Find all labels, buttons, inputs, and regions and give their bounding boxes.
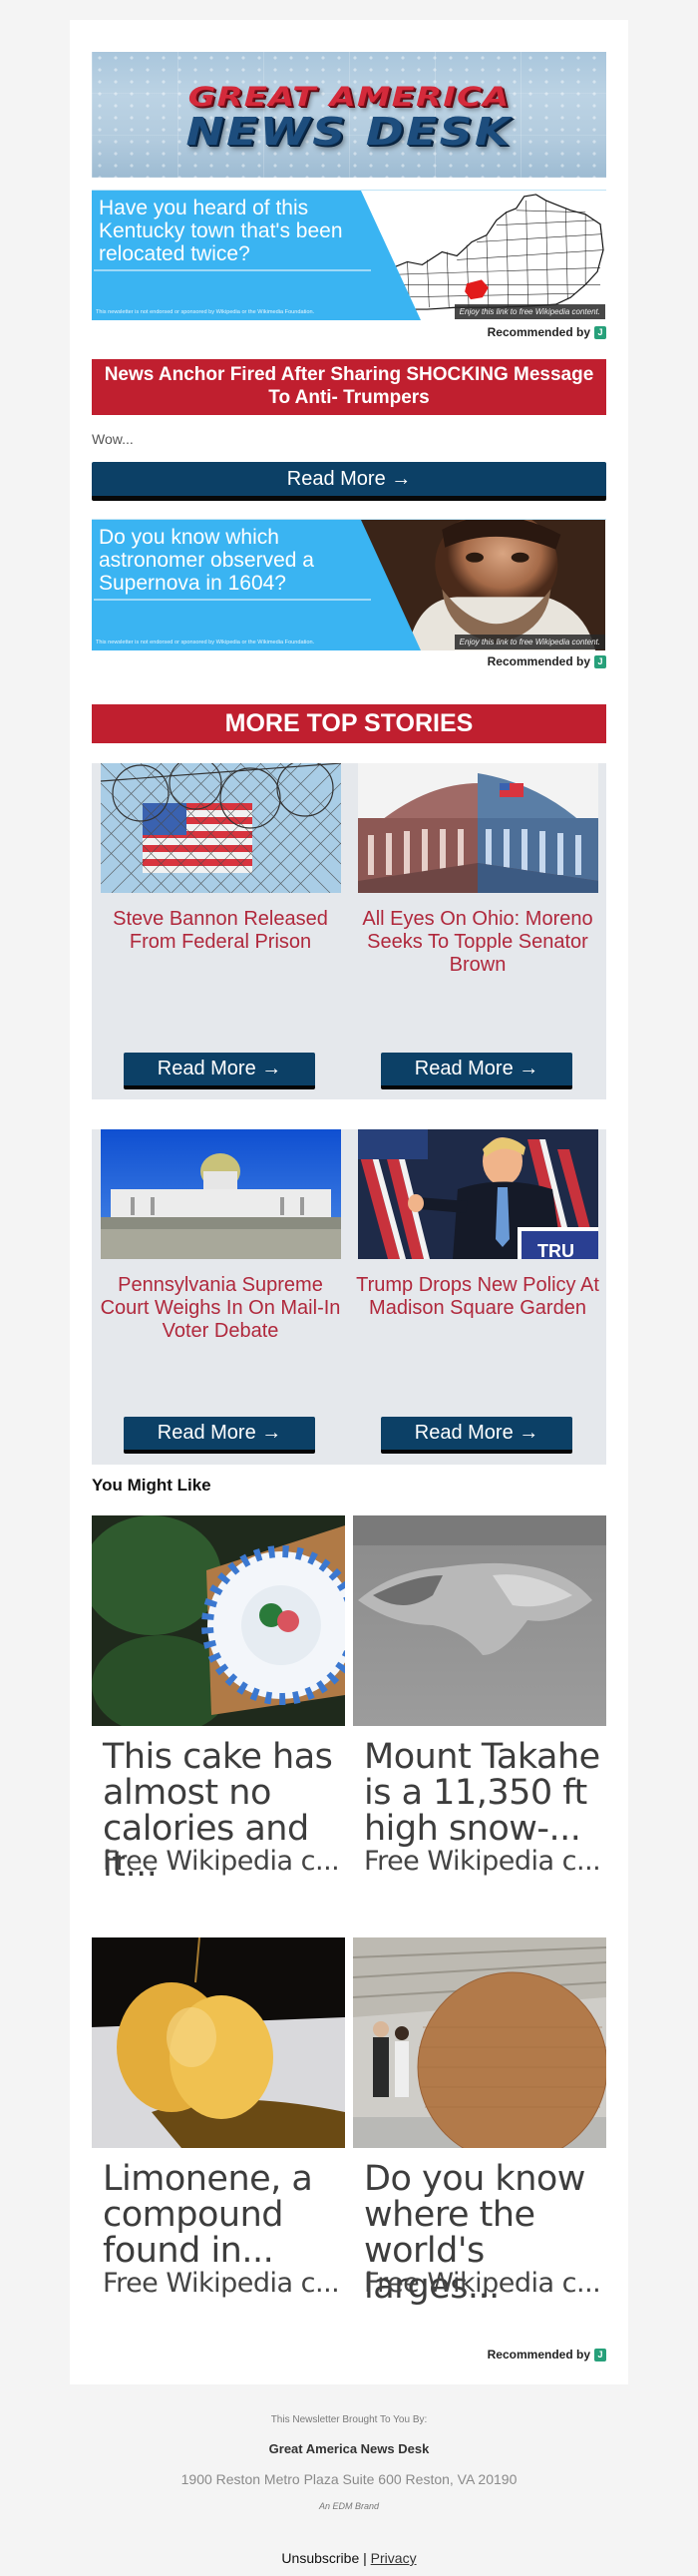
ad-divider: [94, 599, 371, 601]
story-card[interactable]: Steve Bannon Released From Federal Priso…: [92, 763, 349, 1099]
tile-image-twine-ball: [353, 1937, 606, 2148]
story-image-capitol-dome: [358, 763, 598, 893]
tile-source: Free Wikipedia c...: [364, 1846, 601, 1877]
story-row-2: Pennsylvania Supreme Court Weighs In On …: [92, 1129, 606, 1465]
newsletter-card: GREAT AMERICA NEWS DESK Have you heard o…: [70, 20, 628, 2384]
story-row-1: Steve Bannon Released From Federal Priso…: [92, 763, 606, 1099]
story-title[interactable]: Steve Bannon Released From Federal Priso…: [98, 908, 343, 954]
wikipedia-ad-astronomer[interactable]: Do you know which astronomer observed a …: [92, 519, 606, 650]
story-title[interactable]: All Eyes On Ohio: Moreno Seeks To Topple…: [355, 908, 600, 977]
story-image-flag-razor-wire: [101, 763, 341, 893]
you-might-like-heading: You Might Like: [92, 1476, 211, 1495]
footer-links: Unsubscribe | Privacy: [0, 2550, 698, 2566]
story-card[interactable]: TRU Trump Drops New Policy At Madison Sq…: [349, 1129, 606, 1465]
masthead-line1: GREAT AMERICA: [187, 82, 511, 113]
unsubscribe-link[interactable]: Unsubscribe: [281, 2550, 359, 2566]
tile-image-plate-dessert: [92, 1515, 345, 1726]
recommender-logo-icon: J: [594, 325, 606, 339]
footer-brought-by: This Newsletter Brought To You By:: [270, 2414, 428, 2425]
footer-address: 1900 Reston Metro Plaza Suite 600 Reston…: [180, 2471, 518, 2487]
footer-brand: Great America News Desk: [268, 2441, 430, 2456]
ad-question: Do you know which astronomer observed a …: [99, 526, 314, 595]
ad-disclaimer: This newsletter is not endorsed or spons…: [96, 309, 315, 315]
story-card[interactable]: All Eyes On Ohio: Moreno Seeks To Topple…: [349, 763, 606, 1099]
wiki-tile[interactable]: Mount Takahe is a 11,350 ft high snow-..…: [353, 1515, 606, 1885]
story-image-pennsylvania-capitol: [101, 1129, 341, 1259]
ad-caption: Enjoy this link to free Wikipedia conten…: [454, 635, 605, 649]
link-separator: |: [363, 2550, 367, 2566]
recommended-by-label: Recommended by: [487, 654, 590, 668]
story-read-more-button[interactable]: Read More →: [381, 1053, 572, 1089]
lead-headline[interactable]: News Anchor Fired After Sharing SHOCKING…: [92, 359, 606, 415]
tile-image-yellow-balloon: [92, 1937, 345, 2148]
tile-title: Mount Takahe is a 11,350 ft high snow-..…: [364, 1737, 600, 1849]
recommended-by-label: Recommended by: [487, 2348, 590, 2361]
story-title[interactable]: Pennsylvania Supreme Court Weighs In On …: [98, 1274, 343, 1343]
story-image-trump-rally: TRU: [358, 1129, 598, 1259]
svg-text:TRU: TRU: [537, 1241, 574, 1259]
masthead-line2: NEWS DESK: [185, 110, 513, 154]
story-read-more-button[interactable]: Read More →: [124, 1053, 315, 1089]
wiki-tile[interactable]: Do you know where the world's larges... …: [353, 1937, 606, 2307]
tile-source: Free Wikipedia c...: [364, 2268, 601, 2299]
recommended-by-label: Recommended by: [487, 325, 590, 339]
ad-divider: [94, 269, 371, 271]
ad-disclaimer: This newsletter is not endorsed or spons…: [96, 640, 315, 645]
wikipedia-ad-kentucky[interactable]: Have you heard of this Kentucky town tha…: [92, 190, 606, 320]
tile-title: Limonene, a compound found in...: [103, 2159, 313, 2271]
tile-source: Free Wikipedia c...: [103, 1846, 340, 1877]
tile-source: Free Wikipedia c...: [103, 2268, 340, 2299]
lead-read-more-button[interactable]: Read More →: [92, 462, 606, 501]
story-read-more-button[interactable]: Read More →: [124, 1417, 315, 1454]
privacy-link[interactable]: Privacy: [371, 2550, 417, 2566]
ad-caption: Enjoy this link to free Wikipedia conten…: [454, 304, 605, 319]
ad-question: Have you heard of this Kentucky town tha…: [99, 197, 343, 265]
wiki-tile[interactable]: This cake has almost no calories and it.…: [92, 1515, 345, 1885]
more-top-stories-heading: MORE TOP STORIES: [92, 704, 606, 743]
recommended-by-3[interactable]: Recommended by J: [488, 2348, 606, 2361]
wiki-tile[interactable]: Limonene, a compound found in... Free Wi…: [92, 1937, 345, 2307]
story-card[interactable]: Pennsylvania Supreme Court Weighs In On …: [92, 1129, 349, 1465]
footer-edm-brand: An EDM Brand: [318, 2501, 380, 2511]
masthead-banner[interactable]: GREAT AMERICA NEWS DESK: [92, 52, 606, 178]
story-read-more-button[interactable]: Read More →: [381, 1417, 572, 1454]
recommender-logo-icon: J: [594, 2348, 606, 2361]
recommended-by-1[interactable]: Recommended by J: [488, 325, 606, 339]
tile-image-mount-takahe: [353, 1515, 606, 1726]
lead-teaser: Wow...: [92, 431, 134, 447]
recommender-logo-icon: J: [594, 654, 606, 668]
story-title[interactable]: Trump Drops New Policy At Madison Square…: [355, 1274, 600, 1320]
recommended-by-2[interactable]: Recommended by J: [488, 654, 606, 668]
